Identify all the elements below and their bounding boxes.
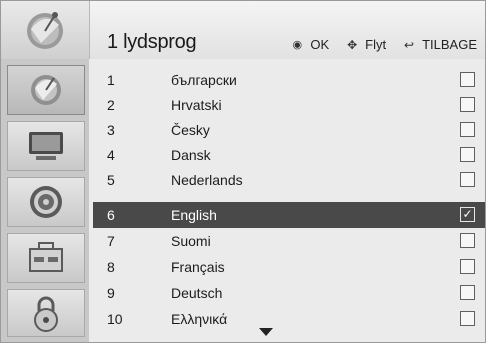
language-name: Suomi: [171, 233, 211, 249]
sidebar-item-time[interactable]: [7, 233, 85, 283]
hint-move-label: Flyt: [365, 37, 387, 52]
language-checkbox[interactable]: [460, 72, 475, 87]
menu-header: 1 lydsprog ◉ OK ✥ Flyt ↩ TILBAGE: [1, 1, 485, 59]
language-checkbox[interactable]: [460, 97, 475, 112]
language-checkbox[interactable]: [460, 147, 475, 162]
language-name: Deutsch: [171, 285, 223, 301]
padlock-icon: [34, 296, 58, 332]
language-checkbox[interactable]: [460, 311, 475, 326]
item-number: 1: [107, 72, 115, 88]
list-item[interactable]: 1 български: [93, 67, 485, 93]
language-checkbox[interactable]: [460, 259, 475, 274]
language-name: български: [171, 72, 237, 88]
ok-button-icon: ◉: [292, 39, 303, 51]
satellite-dish-icon: [31, 75, 61, 105]
sidebar-item-picture[interactable]: [7, 121, 85, 171]
list-item-selected[interactable]: 6 English ✓: [93, 202, 485, 228]
toolbox-icon: [29, 242, 63, 272]
language-checkbox[interactable]: [460, 172, 475, 187]
move-arrows-icon: ✥: [347, 37, 358, 52]
list-item[interactable]: 7 Suomi: [93, 228, 485, 254]
sidebar-item-sound[interactable]: [7, 177, 85, 227]
header-category-cell: [1, 1, 90, 59]
key-hints: ◉ OK ✥ Flyt ↩ TILBAGE: [290, 37, 477, 52]
item-number: 7: [107, 233, 115, 249]
list-item[interactable]: 2 Hrvatski: [93, 92, 485, 118]
hint-ok-label: OK: [310, 37, 330, 52]
language-name: Česky: [171, 122, 210, 138]
language-checkbox[interactable]: [460, 122, 475, 137]
sidebar: [1, 59, 89, 342]
item-number: 10: [107, 311, 123, 327]
item-number: 2: [107, 97, 115, 113]
list-item[interactable]: 9 Deutsch: [93, 280, 485, 306]
item-number: 6: [107, 207, 115, 223]
list-item[interactable]: 10 Ελληνικά: [93, 306, 485, 332]
list-item[interactable]: 5 Nederlands: [93, 167, 485, 193]
sidebar-item-lock[interactable]: [7, 289, 85, 337]
back-arrow-icon: ↩: [404, 37, 415, 52]
language-checkbox-checked[interactable]: ✓: [460, 207, 475, 222]
list-item[interactable]: 3 Česky: [93, 117, 485, 143]
scroll-down-arrow-icon[interactable]: [259, 328, 273, 336]
list-item[interactable]: 8 Français: [93, 254, 485, 280]
language-name: English: [171, 207, 217, 223]
language-name: Nederlands: [171, 172, 243, 188]
hint-back-label: TILBAGE: [422, 37, 477, 52]
item-number: 9: [107, 285, 115, 301]
page-title: 1 lydsprog: [107, 31, 197, 53]
item-number: 8: [107, 259, 115, 275]
item-number: 3: [107, 122, 115, 138]
tv-screen-icon: [29, 132, 63, 160]
language-name: Ελληνικά: [171, 311, 228, 327]
language-checkbox[interactable]: [460, 285, 475, 300]
item-number: 5: [107, 172, 115, 188]
item-number: 4: [107, 147, 115, 163]
tv-menu-window: 1 lydsprog ◉ OK ✥ Flyt ↩ TILBAGE 1 бълга…: [0, 0, 486, 343]
language-name: Hrvatski: [171, 97, 222, 113]
language-checkbox[interactable]: [460, 233, 475, 248]
list-item[interactable]: 4 Dansk: [93, 142, 485, 168]
speaker-icon: [30, 186, 62, 218]
language-name: Dansk: [171, 147, 211, 163]
satellite-dish-icon: [27, 12, 63, 49]
sidebar-item-satellite[interactable]: [7, 65, 85, 115]
language-name: Français: [171, 259, 225, 275]
